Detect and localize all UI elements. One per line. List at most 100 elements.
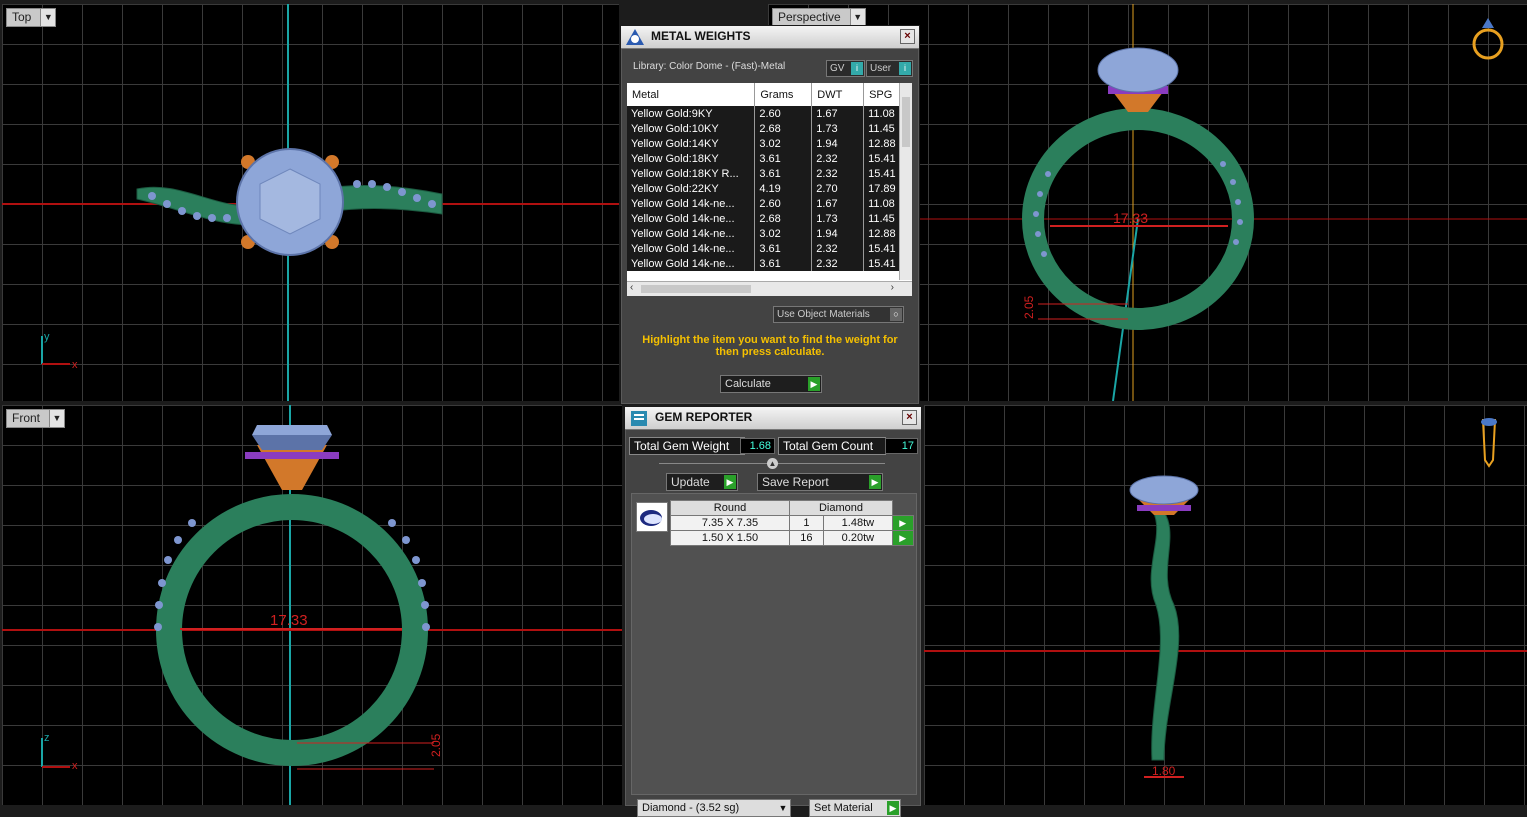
column-header[interactable]: Metal [627,83,756,106]
round-gem-icon [636,502,668,532]
scroll-right-icon[interactable]: › [891,282,894,293]
table-row[interactable]: Yellow Gold:18KY 3.61 2.32 15.41 [627,151,912,166]
gem-table: Round Diamond 7.35 X 7.35 1 1.48tw ▶ 1.50 X … [670,500,914,546]
gem-reporter-title: GEM REPORTER [655,410,753,424]
calculate-instruction: Highlight the item you want to find the … [642,334,898,358]
shape-header: Round [670,500,790,516]
gem-weight: 1.48tw [822,515,894,531]
total-gem-count-label: Total Gem Count [778,437,886,455]
perspective-height-dimension: 2.05 [1022,295,1036,319]
viewport-front[interactable]: 17.33 2.05 z x Front ▼ [2,405,622,805]
table-cell: Yellow Gold:18KY [627,151,756,166]
update-button[interactable]: Update ▶ [666,473,738,491]
metal-weights-titlebar[interactable]: METAL WEIGHTS × [621,26,919,49]
column-header[interactable]: Grams [754,83,813,106]
total-gem-weight-value: 1.68 [740,438,775,454]
metal-weights-panel: METAL WEIGHTS × Library: Color Dome - (F… [620,25,920,405]
gem-reporter-titlebar[interactable]: GEM REPORTER × [625,407,921,430]
table-cell: 3.61 [754,241,813,256]
horizontal-scrollbar[interactable]: ‹ › [627,281,912,296]
table-row[interactable]: Yellow Gold:22KY 4.19 2.70 17.89 [627,181,912,196]
front-view-ring-model: 17.33 2.05 z x [2,405,622,805]
chevron-down-icon[interactable]: ▼ [849,9,865,26]
material-select[interactable]: Diamond - (3.52 sg) ▼ [637,799,791,817]
table-cell: 2.32 [811,166,865,181]
perspective-ring-dimension: 17.33 [1113,210,1148,226]
set-material-button[interactable]: Set Material ▶ [809,799,901,817]
gem-size: 1.50 X 1.50 [670,530,790,546]
gem-weight: 0.20tw [822,530,894,546]
table-cell: Yellow Gold 14k-ne... [627,241,756,256]
gem-reporter-panel: GEM REPORTER × Total Gem Weight 1.68 Tot… [624,406,922,817]
viewport-right[interactable]: 1.80 [924,405,1527,805]
gem-size: 7.35 X 7.35 [670,515,790,531]
table-cell: 1.73 [811,121,865,136]
stone-header: Diamond [789,500,893,516]
user-toggle[interactable]: User i [866,60,913,77]
table-cell: 2.32 [811,151,865,166]
calculate-button[interactable]: Calculate ▶ [720,375,822,393]
viewport-label-front[interactable]: Front ▼ [6,409,66,428]
play-icon: ▶ [724,475,736,489]
table-row[interactable]: Yellow Gold:18KY R... 3.61 2.32 15.41 [627,166,912,181]
table-cell: Yellow Gold:22KY [627,181,756,196]
table-cell: Yellow Gold:10KY [627,121,756,136]
vertical-scrollbar[interactable] [899,83,912,280]
table-row[interactable]: Yellow Gold:10KY 2.68 1.73 11.45 [627,121,912,136]
gem-row[interactable]: 7.35 X 7.35 1 1.48tw ▶ [670,515,914,531]
axis-x-label: x [72,359,78,371]
close-icon[interactable]: × [902,410,917,425]
front-ring-dimension: 17.33 [270,612,308,629]
axis-x-label: x [72,760,78,772]
table-cell: 2.68 [754,211,813,226]
play-icon[interactable]: ▶ [892,530,914,546]
use-object-materials-toggle[interactable]: Use Object Materials ○ [773,306,904,323]
table-row[interactable]: Yellow Gold 14k-ne... 3.02 1.94 12.88 [627,226,912,241]
table-cell: 4.19 [754,181,813,196]
table-cell: Yellow Gold 14k-ne... [627,226,756,241]
table-cell: 1.94 [811,136,865,151]
viewport-top[interactable]: y x Top ▼ [2,4,619,401]
scroll-left-icon[interactable]: ‹ [630,282,633,293]
gem-row[interactable]: 1.50 X 1.50 16 0.20tw ▶ [670,530,914,546]
column-header[interactable]: DWT [811,83,865,106]
table-row[interactable]: Yellow Gold 14k-ne... 3.61 2.32 15.41 [627,256,912,271]
table-cell: 1.73 [811,211,865,226]
table-cell: Yellow Gold 14k-ne... [627,196,756,211]
table-cell: Yellow Gold 14k-ne... [627,256,756,271]
library-label: Library: Color Dome - (Fast)-Metal [633,61,786,72]
play-icon: ▶ [887,801,899,815]
collapse-icon[interactable]: ▲ [767,458,778,469]
play-icon: ▶ [869,475,881,489]
table-row[interactable]: Yellow Gold:14KY 3.02 1.94 12.88 [627,136,912,151]
close-icon[interactable]: × [900,29,915,44]
table-cell: 1.94 [811,226,865,241]
total-gem-weight-label: Total Gem Weight [629,437,745,455]
table-row[interactable]: Yellow Gold 14k-ne... 2.60 1.67 11.08 [627,196,912,211]
save-report-button[interactable]: Save Report ▶ [757,473,883,491]
metal-weights-table-container[interactable]: Metal Grams DWT SPG Yellow Gold:9KY 2.60 1.67… [627,83,912,296]
table-cell: 3.61 [754,166,813,181]
table-cell: 1.67 [811,196,865,211]
table-cell: 2.60 [754,106,813,121]
table-row[interactable]: Yellow Gold 14k-ne... 2.68 1.73 11.45 [627,211,912,226]
pendant-gizmo-icon [1481,418,1497,468]
gem-list-area: Round Diamond 7.35 X 7.35 1 1.48tw ▶ 1.50 X … [631,493,917,795]
table-cell: Yellow Gold:14KY [627,136,756,151]
top-view-ring-model: y x [2,4,619,401]
table-cell: 2.32 [811,256,865,271]
table-cell: Yellow Gold:9KY [627,106,756,121]
gv-toggle[interactable]: GV i [826,60,865,77]
side-width-dimension: 1.80 [1152,764,1176,778]
play-icon[interactable]: ▶ [892,515,914,531]
play-icon: ▶ [808,377,820,391]
chevron-down-icon: ▼ [777,801,789,815]
metal-weights-icon [626,29,644,45]
table-cell: 2.68 [754,121,813,136]
chevron-down-icon[interactable]: ▼ [49,410,65,427]
viewport-label-top[interactable]: Top ▼ [6,8,57,27]
table-cell: Yellow Gold 14k-ne... [627,211,756,226]
table-row[interactable]: Yellow Gold:9KY 2.60 1.67 11.08 [627,106,912,121]
table-row[interactable]: Yellow Gold 14k-ne... 3.61 2.32 15.41 [627,241,912,256]
chevron-down-icon[interactable]: ▼ [40,9,56,26]
